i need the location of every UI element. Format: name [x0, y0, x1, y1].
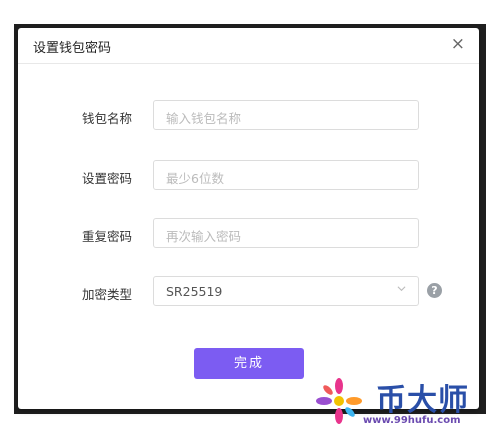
watermark: 币大师 www.99hufu.com — [313, 375, 500, 429]
chevron-down-icon — [397, 286, 406, 292]
submit-button[interactable]: 完成 — [194, 348, 304, 379]
encryption-type-select[interactable]: SR25519 — [153, 276, 419, 306]
password-label: 设置密码 — [82, 171, 133, 186]
watermark-brand: 币大师 — [376, 383, 469, 418]
repeat-password-label: 重复密码 — [82, 229, 133, 244]
password-row: 设置密码 最少6位数 — [18, 160, 479, 192]
wallet-name-label: 钱包名称 — [82, 111, 133, 126]
password-input[interactable]: 最少6位数 — [153, 160, 419, 190]
wallet-name-row: 钱包名称 输入钱包名称 — [18, 100, 479, 132]
wallet-name-input[interactable]: 输入钱包名称 — [153, 100, 419, 130]
encryption-type-row: 加密类型 SR25519 ? — [18, 276, 479, 308]
close-icon[interactable]: × — [451, 35, 465, 53]
repeat-password-input[interactable]: 再次输入密码 — [153, 218, 419, 248]
repeat-password-row: 重复密码 再次输入密码 — [18, 218, 479, 250]
encryption-type-value: SR25519 — [166, 284, 223, 299]
dialog-header: 设置钱包密码 × — [18, 28, 479, 64]
set-wallet-password-dialog: 设置钱包密码 × 钱包名称 输入钱包名称 设置密码 最少6位数 重复密码 再次输… — [18, 28, 479, 409]
help-icon[interactable]: ? — [427, 283, 442, 298]
encryption-type-label: 加密类型 — [82, 287, 133, 302]
watermark-url: www.99hufu.com — [363, 415, 461, 426]
flower-logo-icon — [316, 378, 362, 424]
dialog-title: 设置钱包密码 — [33, 41, 112, 56]
